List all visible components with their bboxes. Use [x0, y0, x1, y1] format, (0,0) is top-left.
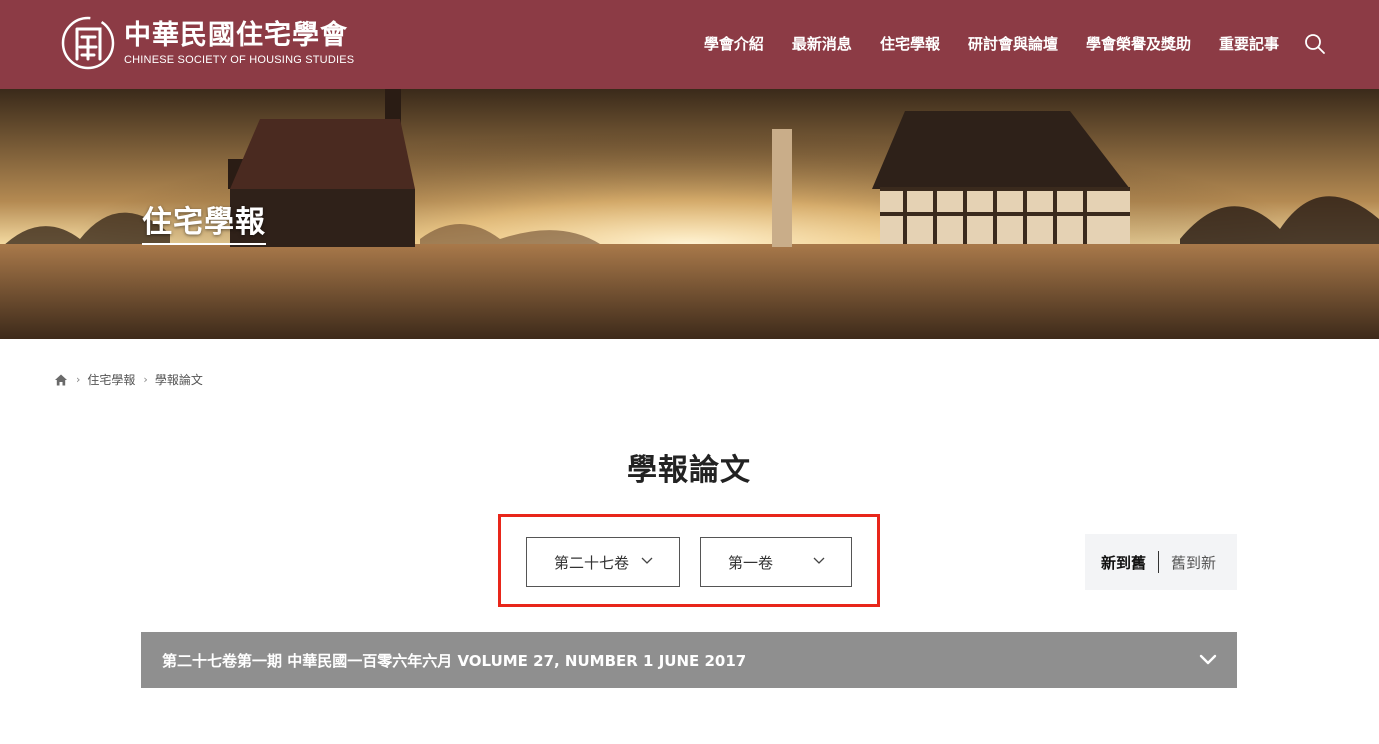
- sort-toggle: 新到舊 舊到新: [1085, 534, 1237, 590]
- site-logo[interactable]: 中華民國住宅學會 CHINESE SOCIETY OF HOUSING STUD…: [60, 14, 354, 72]
- sort-new-to-old-button[interactable]: 新到舊: [1101, 552, 1146, 573]
- banner-title: 住宅學報: [142, 197, 266, 245]
- search-icon[interactable]: [1303, 32, 1327, 56]
- sort-divider: [1158, 551, 1160, 573]
- nav-item-honors[interactable]: 學會榮譽及獎助: [1086, 32, 1191, 56]
- issue-accordion-title: 第二十七卷第一期 中華民國一百零六年六月 VOLUME 27, NUMBER 1…: [162, 651, 747, 670]
- issue-accordion-header[interactable]: 第二十七卷第一期 中華民國一百零六年六月 VOLUME 27, NUMBER 1…: [141, 632, 1237, 688]
- society-emblem-icon: [61, 16, 115, 70]
- home-icon[interactable]: [54, 373, 68, 387]
- breadcrumb-item-journal[interactable]: 住宅學報: [87, 371, 135, 388]
- page-title: 學報論文: [627, 452, 762, 490]
- chevron-right-icon: ›: [143, 373, 148, 386]
- nav-item-about[interactable]: 學會介紹: [704, 32, 764, 56]
- nav-item-conferences[interactable]: 研討會與論壇: [968, 32, 1058, 56]
- nav-item-journal[interactable]: 住宅學報: [880, 32, 940, 56]
- logo-chinese-name: 中華民國住宅學會: [124, 20, 348, 51]
- logo-text: 中華民國住宅學會 CHINESE SOCIETY OF HOUSING STUD…: [124, 19, 354, 67]
- chevron-down-icon: [813, 557, 825, 564]
- hero-banner: 住宅學報: [0, 89, 1379, 339]
- sort-old-to-new-button[interactable]: 舊到新: [1171, 552, 1216, 573]
- logo-english-name: CHINESE SOCIETY OF HOUSING STUDIES: [124, 54, 355, 66]
- issue-select-value: 第一卷: [728, 553, 774, 572]
- chevron-down-icon: [1199, 654, 1217, 665]
- nav-item-events[interactable]: 重要記事: [1219, 32, 1279, 56]
- chevron-down-icon: [641, 557, 653, 564]
- breadcrumb: › 住宅學報 › 學報論文: [54, 371, 203, 388]
- chevron-right-icon: ›: [76, 373, 81, 386]
- site-header: 中華民國住宅學會 CHINESE SOCIETY OF HOUSING STUD…: [0, 0, 1379, 89]
- volume-select[interactable]: 第二十七卷: [526, 537, 680, 587]
- issue-select[interactable]: 第一卷: [700, 537, 852, 587]
- breadcrumb-item-papers: 學報論文: [154, 373, 203, 387]
- main-nav: 學會介紹 最新消息 住宅學報 研討會與論壇 學會榮譽及獎助 重要記事: [676, 32, 1279, 56]
- volume-select-value: 第二十七卷: [554, 553, 630, 572]
- nav-item-news[interactable]: 最新消息: [792, 32, 852, 56]
